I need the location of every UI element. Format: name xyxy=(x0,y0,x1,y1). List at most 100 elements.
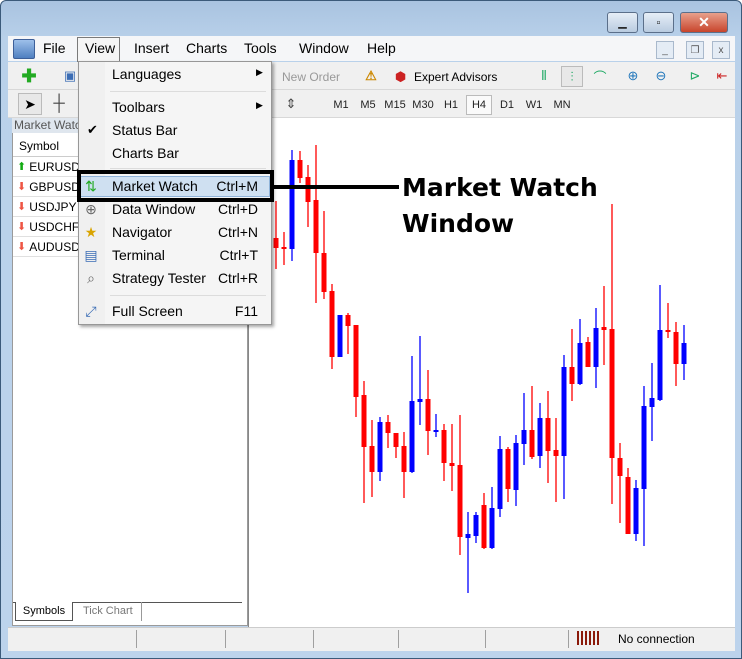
menu-view[interactable]: View xyxy=(85,40,115,56)
timeframe-m15[interactable]: M15 xyxy=(382,95,408,115)
candle xyxy=(425,370,431,455)
mdi-close-button[interactable]: x xyxy=(712,41,730,59)
candle-body xyxy=(377,422,383,472)
candle xyxy=(553,418,559,502)
arrow-down-icon: ⬇ xyxy=(17,201,27,213)
menu-charts[interactable]: Charts xyxy=(186,40,227,56)
candle xyxy=(641,386,647,546)
menu-item-status-bar[interactable]: Status Bar xyxy=(112,122,177,138)
candle xyxy=(633,480,639,541)
candle-body xyxy=(537,418,543,456)
app-icon xyxy=(13,39,35,59)
timeframe-m1[interactable]: M1 xyxy=(328,95,354,115)
status-separator xyxy=(485,630,486,648)
checkmark-icon: ✔ xyxy=(87,122,98,137)
chart-shift-icon[interactable]: ⊳ xyxy=(686,67,704,85)
menu-file[interactable]: File xyxy=(43,40,66,56)
candle-body xyxy=(521,430,527,444)
connection-icon xyxy=(577,631,599,645)
new-chart-icon[interactable]: ✚ xyxy=(18,66,40,86)
arrow-down-icon: ⬇ xyxy=(17,221,27,233)
candle-body xyxy=(649,398,655,407)
expert-advisors-icon[interactable]: ⬢ xyxy=(391,67,410,86)
candle-body xyxy=(449,463,455,466)
shortcut-label: F11 xyxy=(234,303,258,319)
tab-tick-chart[interactable]: Tick Chart xyxy=(80,602,142,621)
timeframe-h4[interactable]: H4 xyxy=(466,95,492,115)
candle-body xyxy=(273,238,279,248)
menu-help[interactable]: Help xyxy=(367,40,396,56)
candle-body xyxy=(353,325,359,397)
menu-insert[interactable]: Insert xyxy=(134,40,169,56)
timeframe-d1[interactable]: D1 xyxy=(494,95,520,115)
annotation-line1: Market Watch xyxy=(402,173,598,202)
menu-item-full-screen[interactable]: Full Screen xyxy=(112,303,183,319)
candle xyxy=(569,329,575,401)
candlestick-icon[interactable]: ⫶ xyxy=(561,66,583,87)
menu-item-toolbars[interactable]: Toolbars xyxy=(112,99,165,115)
candle-body xyxy=(337,315,343,357)
candle-body xyxy=(569,367,575,384)
timeframe-h1[interactable]: H1 xyxy=(438,95,464,115)
zoom-in-icon[interactable]: ⊕ xyxy=(623,67,643,85)
candle-body xyxy=(433,430,439,432)
maximize-button[interactable]: ▫ xyxy=(643,12,674,33)
alert-icon[interactable]: ⚠ xyxy=(362,67,380,85)
candle-body xyxy=(633,488,639,534)
autoscroll-icon[interactable]: ⇤ xyxy=(713,67,731,85)
arrow-down-icon: ⬇ xyxy=(17,181,27,193)
candle xyxy=(489,487,495,549)
cursor-icon[interactable]: ➤ xyxy=(18,93,42,115)
mdi-minimize-button[interactable]: _ xyxy=(656,41,674,59)
candle-body xyxy=(529,430,535,457)
menu-item-data-window[interactable]: Data Window xyxy=(112,201,195,217)
terminal-icon: ▤ xyxy=(84,246,98,263)
tools-dropdown-icon[interactable]: ⇕ xyxy=(282,95,300,113)
candle xyxy=(457,415,463,555)
timeframe-m5[interactable]: M5 xyxy=(355,95,381,115)
candle xyxy=(313,145,319,303)
candle-body xyxy=(481,505,487,548)
menu-item-terminal[interactable]: Terminal xyxy=(112,247,165,263)
candle-body xyxy=(593,328,599,367)
folder-star-icon: ★ xyxy=(84,223,98,240)
candle-body xyxy=(577,343,583,384)
minimize-button[interactable]: ▁ xyxy=(607,12,638,33)
arrow-down-icon: ⬇ xyxy=(17,241,27,253)
timeframe-m30[interactable]: M30 xyxy=(410,95,436,115)
candle xyxy=(481,493,487,549)
candle-body xyxy=(425,399,431,431)
candle xyxy=(561,355,567,499)
expert-advisors-button[interactable]: Expert Advisors xyxy=(414,70,497,84)
crosshair-icon: ⊕ xyxy=(85,200,97,217)
candle xyxy=(625,468,631,534)
candle xyxy=(417,336,423,425)
close-button[interactable]: ✕ xyxy=(680,12,728,33)
profiles-icon[interactable]: ▣ xyxy=(61,66,79,86)
menu-item-navigator[interactable]: Navigator xyxy=(112,224,172,240)
crosshair-tool-icon[interactable]: ┼ xyxy=(48,93,70,115)
candle-body xyxy=(281,247,287,249)
new-order-button[interactable]: New Order xyxy=(282,70,340,84)
timeframe-mn[interactable]: MN xyxy=(549,95,575,115)
menu-item-strategy-tester[interactable]: Strategy Tester xyxy=(112,270,206,286)
shortcut-label: Ctrl+T xyxy=(219,247,259,263)
menu-item-languages[interactable]: Languages xyxy=(112,66,181,82)
bar-chart-icon[interactable]: ⫴ xyxy=(535,67,553,85)
candle xyxy=(441,424,447,481)
mdi-restore-button[interactable]: ❐ xyxy=(686,41,704,59)
candle xyxy=(409,356,415,473)
candle xyxy=(297,151,303,183)
menu-separator xyxy=(110,295,266,296)
tab-symbols[interactable]: Symbols xyxy=(15,602,73,621)
line-chart-icon[interactable]: ⌒ xyxy=(591,67,609,85)
candle-body xyxy=(441,430,447,463)
menu-tools[interactable]: Tools xyxy=(244,40,277,56)
zoom-out-icon[interactable]: ⊖ xyxy=(651,67,671,85)
candle xyxy=(617,443,623,523)
timeframe-w1[interactable]: W1 xyxy=(521,95,547,115)
candle-body xyxy=(409,401,415,472)
menu-item-charts-bar[interactable]: Charts Bar xyxy=(112,145,179,161)
submenu-arrow-icon: ▶ xyxy=(256,100,263,110)
menu-window[interactable]: Window xyxy=(299,40,349,56)
